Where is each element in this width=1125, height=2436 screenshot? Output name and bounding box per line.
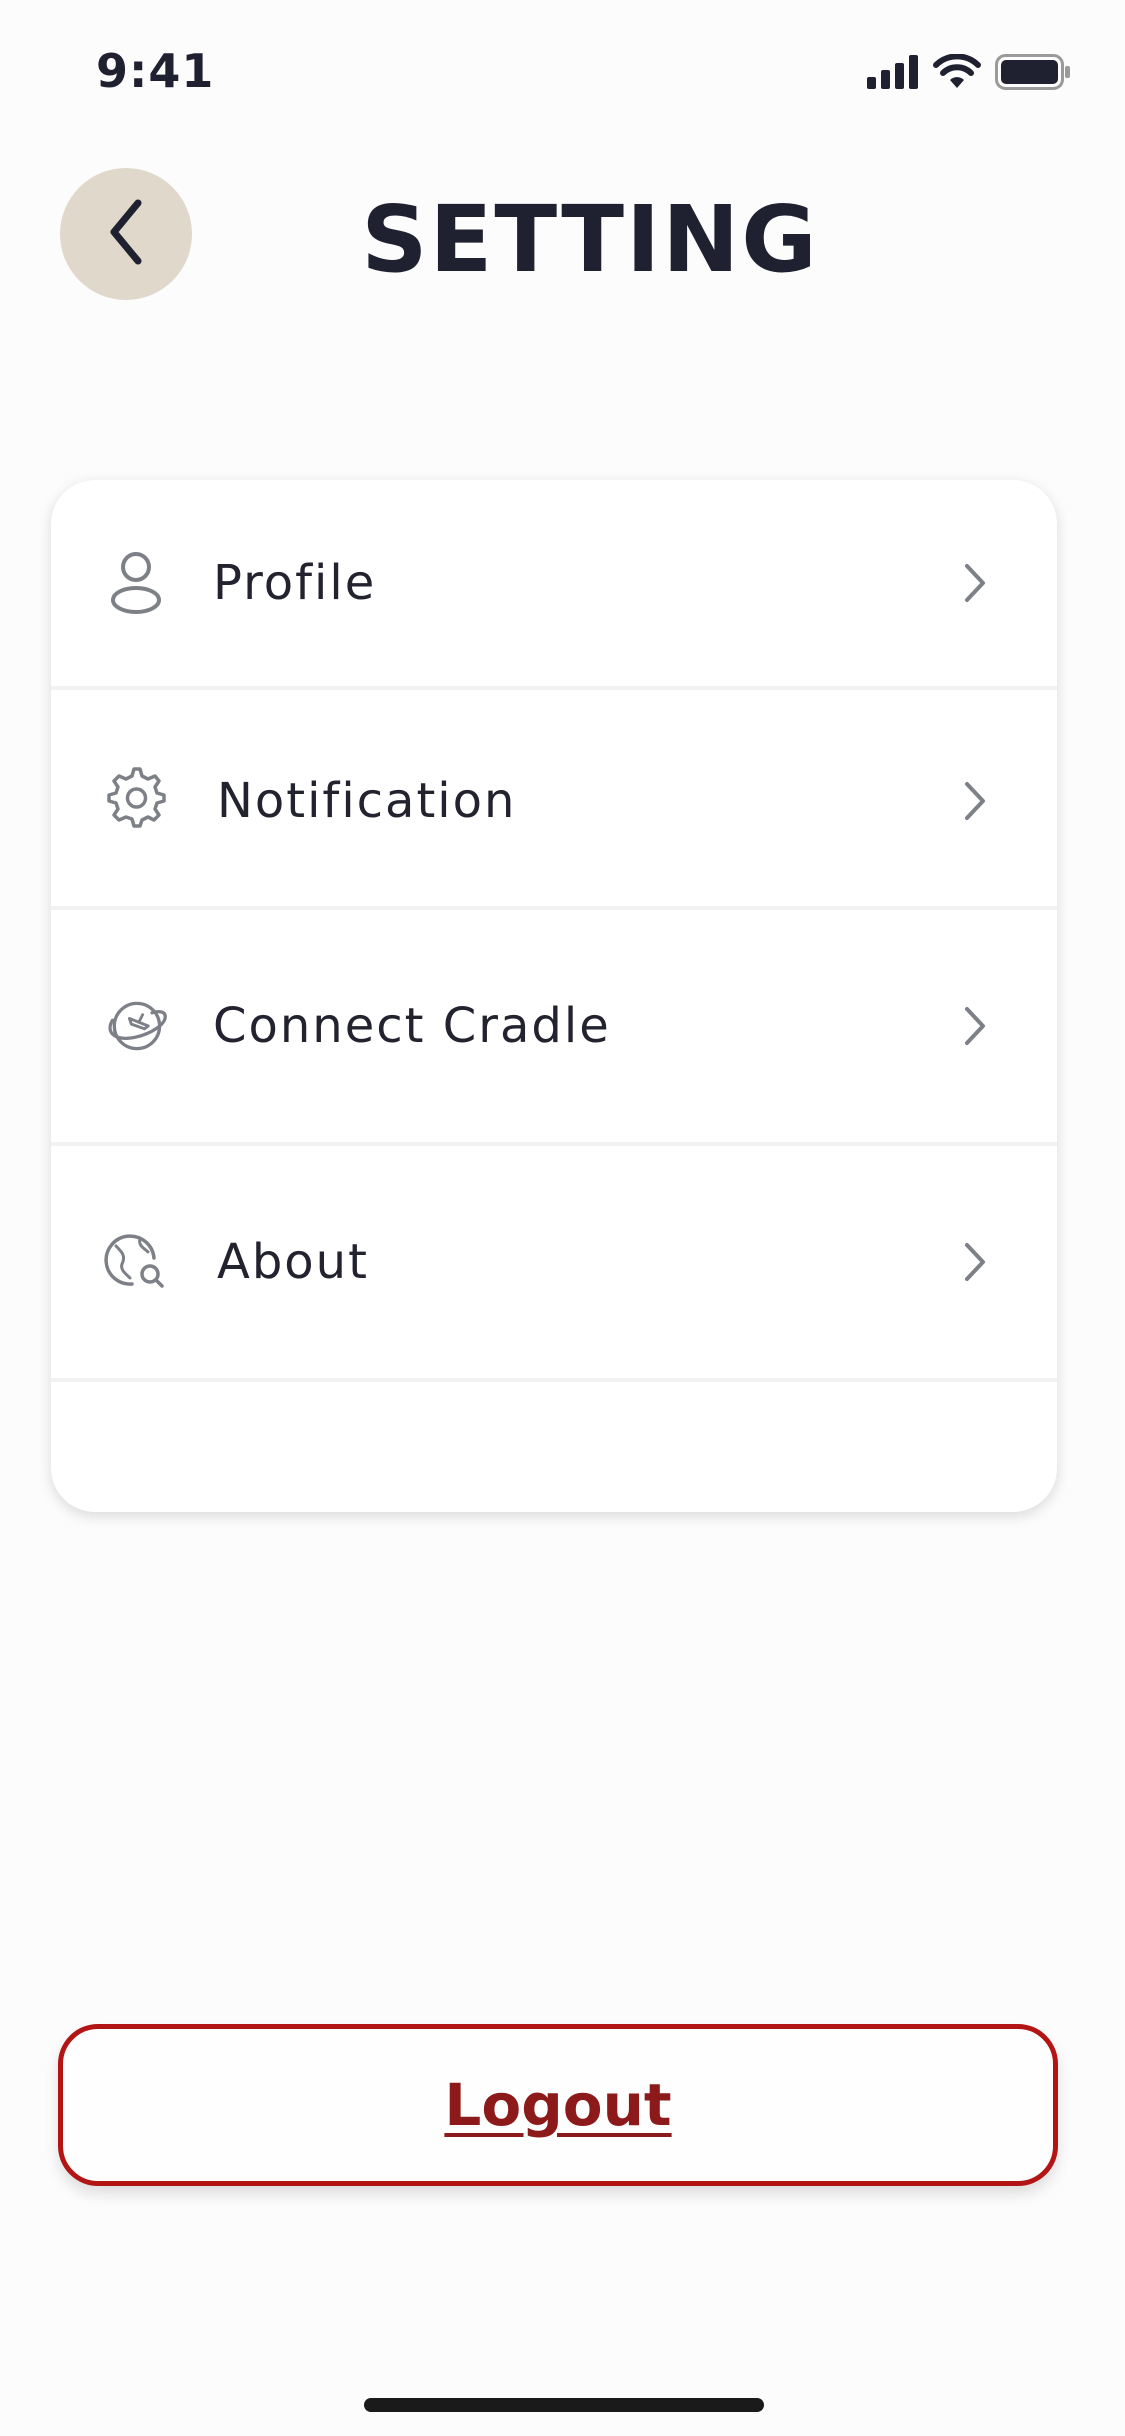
settings-item-label: About <box>217 1234 369 1290</box>
status-time: 9:41 <box>96 44 215 98</box>
globe-search-icon <box>103 1229 169 1295</box>
settings-item-label: Notification <box>217 773 517 829</box>
settings-item-notification[interactable]: Notification <box>51 690 1057 912</box>
wifi-icon <box>933 53 981 94</box>
cellular-signal-icon <box>867 55 919 93</box>
settings-item-profile[interactable]: Profile <box>51 480 1057 686</box>
divider <box>51 1378 1057 1382</box>
globe-plane-icon <box>103 993 169 1059</box>
gear-icon <box>103 765 169 831</box>
battery-icon <box>995 54 1071 94</box>
chevron-right-icon <box>955 1237 995 1287</box>
chevron-right-icon <box>955 558 995 608</box>
settings-card: Profile Notification Connect Cradle Abou… <box>51 480 1057 1512</box>
chevron-right-icon <box>955 1001 995 1051</box>
status-icons <box>867 53 1071 94</box>
logout-label: Logout <box>444 2071 672 2139</box>
user-icon <box>103 550 169 616</box>
settings-item-connect-cradle[interactable]: Connect Cradle <box>51 910 1057 1142</box>
chevron-right-icon <box>955 776 995 826</box>
settings-item-about[interactable]: About <box>51 1146 1057 1378</box>
home-indicator[interactable] <box>364 2398 764 2412</box>
settings-item-label: Profile <box>213 555 377 611</box>
logout-button[interactable]: Logout <box>58 2024 1058 2186</box>
page-title: SETTING <box>361 186 819 293</box>
status-bar: 9:41 <box>0 0 1125 140</box>
settings-item-label: Connect Cradle <box>213 998 611 1054</box>
